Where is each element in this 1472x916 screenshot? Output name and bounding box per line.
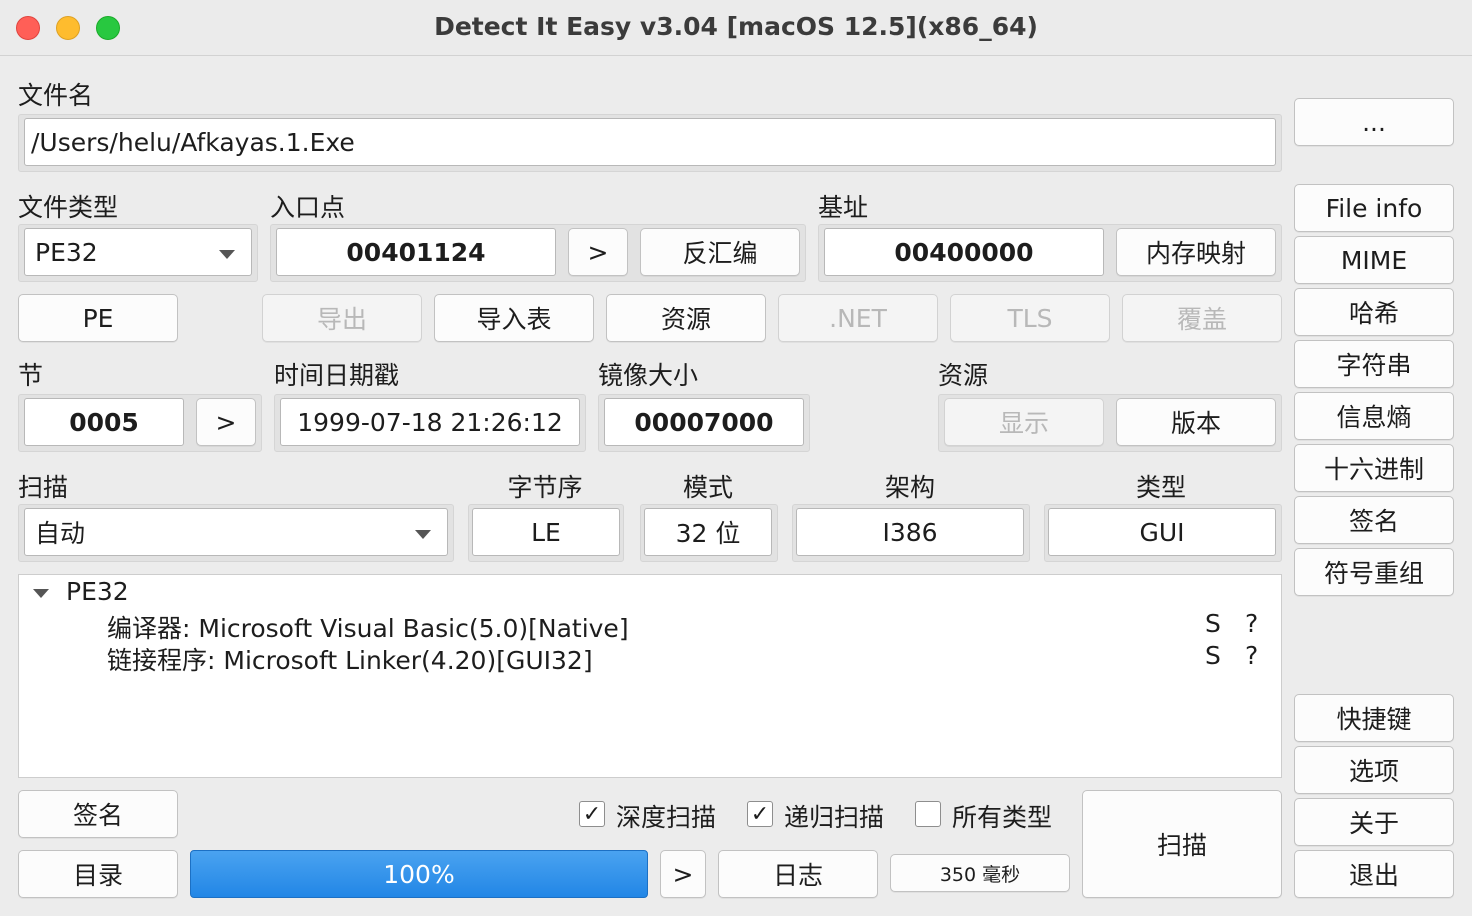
endianness-field[interactable]: LE [472,508,620,556]
scan-mode-value: 自动 [35,519,86,548]
mode-label: 模式 [682,473,733,502]
result-linker-info[interactable]: ? [1245,641,1258,670]
image-size-field[interactable]: 00007000 [604,398,804,446]
result-compiler-info[interactable]: ? [1245,609,1258,638]
endianness-label: 字节序 [507,473,583,502]
file-path-field[interactable]: /Users/helu/Afkayas.1.Exe [24,118,1276,166]
result-linker-signature[interactable]: S [1205,641,1221,670]
timestamp-label: 时间日期戳 [274,361,400,390]
hex-button[interactable]: 十六进制 [1294,444,1454,492]
elapsed-time-field: 350 毫秒 [890,854,1070,892]
result-root-pe32[interactable]: PE32 [66,577,129,606]
deep-scan-label[interactable]: 深度扫描 [616,798,716,834]
section-go-button[interactable]: > [196,398,256,446]
section-label: 节 [18,361,44,390]
file-name-label: 文件名 [18,81,94,110]
recursive-scan-label[interactable]: 递归扫描 [784,798,884,834]
resources-label: 资源 [938,361,989,390]
pe-button[interactable]: PE [18,294,178,342]
file-type-label: 文件类型 [18,193,119,222]
base-address-field[interactable]: 00400000 [824,228,1104,276]
section-count-field[interactable]: 0005 [24,398,184,446]
options-button[interactable]: 选项 [1294,746,1454,794]
result-compiler-signature[interactable]: S [1205,609,1221,638]
demangle-button[interactable]: 符号重组 [1294,548,1454,596]
architecture-field[interactable]: I386 [796,508,1024,556]
signatures-button[interactable]: 签名 [18,790,178,838]
tls-button[interactable]: TLS [950,294,1110,342]
checkmark-icon: ✓ [582,801,602,827]
scan-button[interactable]: 扫描 [1082,790,1282,898]
progress-bar: 100% [190,850,648,898]
progress-text: 100% [383,859,455,889]
timestamp-field[interactable]: 1999-07-18 21:26:12 [280,398,580,446]
show-resources-button[interactable]: 显示 [944,398,1104,446]
memory-map-button[interactable]: 内存映射 [1116,228,1276,276]
log-button[interactable]: 日志 [718,850,878,898]
type-label: 类型 [1135,473,1186,502]
hash-button[interactable]: 哈希 [1294,288,1454,336]
type-field[interactable]: GUI [1048,508,1276,556]
result-linker[interactable]: 链接程序: Microsoft Linker(4.20)[GUI32] [107,641,593,677]
file-type-select[interactable]: PE32 [24,228,252,276]
recursive-scan-checkbox[interactable]: ✓ [747,801,773,827]
all-types-checkbox[interactable] [915,801,941,827]
mime-button[interactable]: MIME [1294,236,1454,284]
entry-point-go-button[interactable]: > [568,228,628,276]
overlay-button[interactable]: 覆盖 [1122,294,1282,342]
shortcuts-button[interactable]: 快捷键 [1294,694,1454,742]
directory-button[interactable]: 目录 [18,850,178,898]
exit-button[interactable]: 退出 [1294,850,1454,898]
scan-mode-select[interactable]: 自动 [24,508,448,556]
imports-button[interactable]: 导入表 [434,294,594,342]
mode-field[interactable]: 32 位 [644,508,772,556]
base-address-label: 基址 [818,193,869,222]
image-size-label: 镜像大小 [598,361,699,390]
disassemble-button[interactable]: 反汇编 [640,228,800,276]
window-title: Detect It Easy v3.04 [macOS 12.5](x86_64… [434,12,1038,41]
version-button[interactable]: 版本 [1116,398,1276,446]
entropy-button[interactable]: 信息熵 [1294,392,1454,440]
about-button[interactable]: 关于 [1294,798,1454,846]
resources-button[interactable]: 资源 [606,294,766,342]
entry-point-label: 入口点 [270,193,346,222]
architecture-label: 架构 [884,473,935,502]
chevron-down-icon [219,250,235,259]
all-types-label[interactable]: 所有类型 [952,798,1052,834]
scan-label: 扫描 [18,473,69,502]
browse-button[interactable]: ... [1294,98,1454,146]
deep-scan-checkbox[interactable]: ✓ [579,801,605,827]
sidebar-signatures-button[interactable]: 签名 [1294,496,1454,544]
result-compiler[interactable]: 编译器: Microsoft Visual Basic(5.0)[Native] [107,609,629,645]
checkmark-icon: ✓ [750,801,770,827]
expand-triangle-icon[interactable] [33,589,49,598]
file-info-button[interactable]: File info [1294,184,1454,232]
chevron-down-icon [415,530,431,539]
results-tree[interactable]: PE32 编译器: Microsoft Visual Basic(5.0)[Na… [18,574,1282,778]
title-bar: Detect It Easy v3.04 [macOS 12.5](x86_64… [0,0,1472,56]
progress-go-button[interactable]: > [660,850,706,898]
net-button[interactable]: .NET [778,294,938,342]
strings-button[interactable]: 字符串 [1294,340,1454,388]
exports-button[interactable]: 导出 [262,294,422,342]
entry-point-field[interactable]: 00401124 [276,228,556,276]
file-type-value: PE32 [35,237,98,267]
